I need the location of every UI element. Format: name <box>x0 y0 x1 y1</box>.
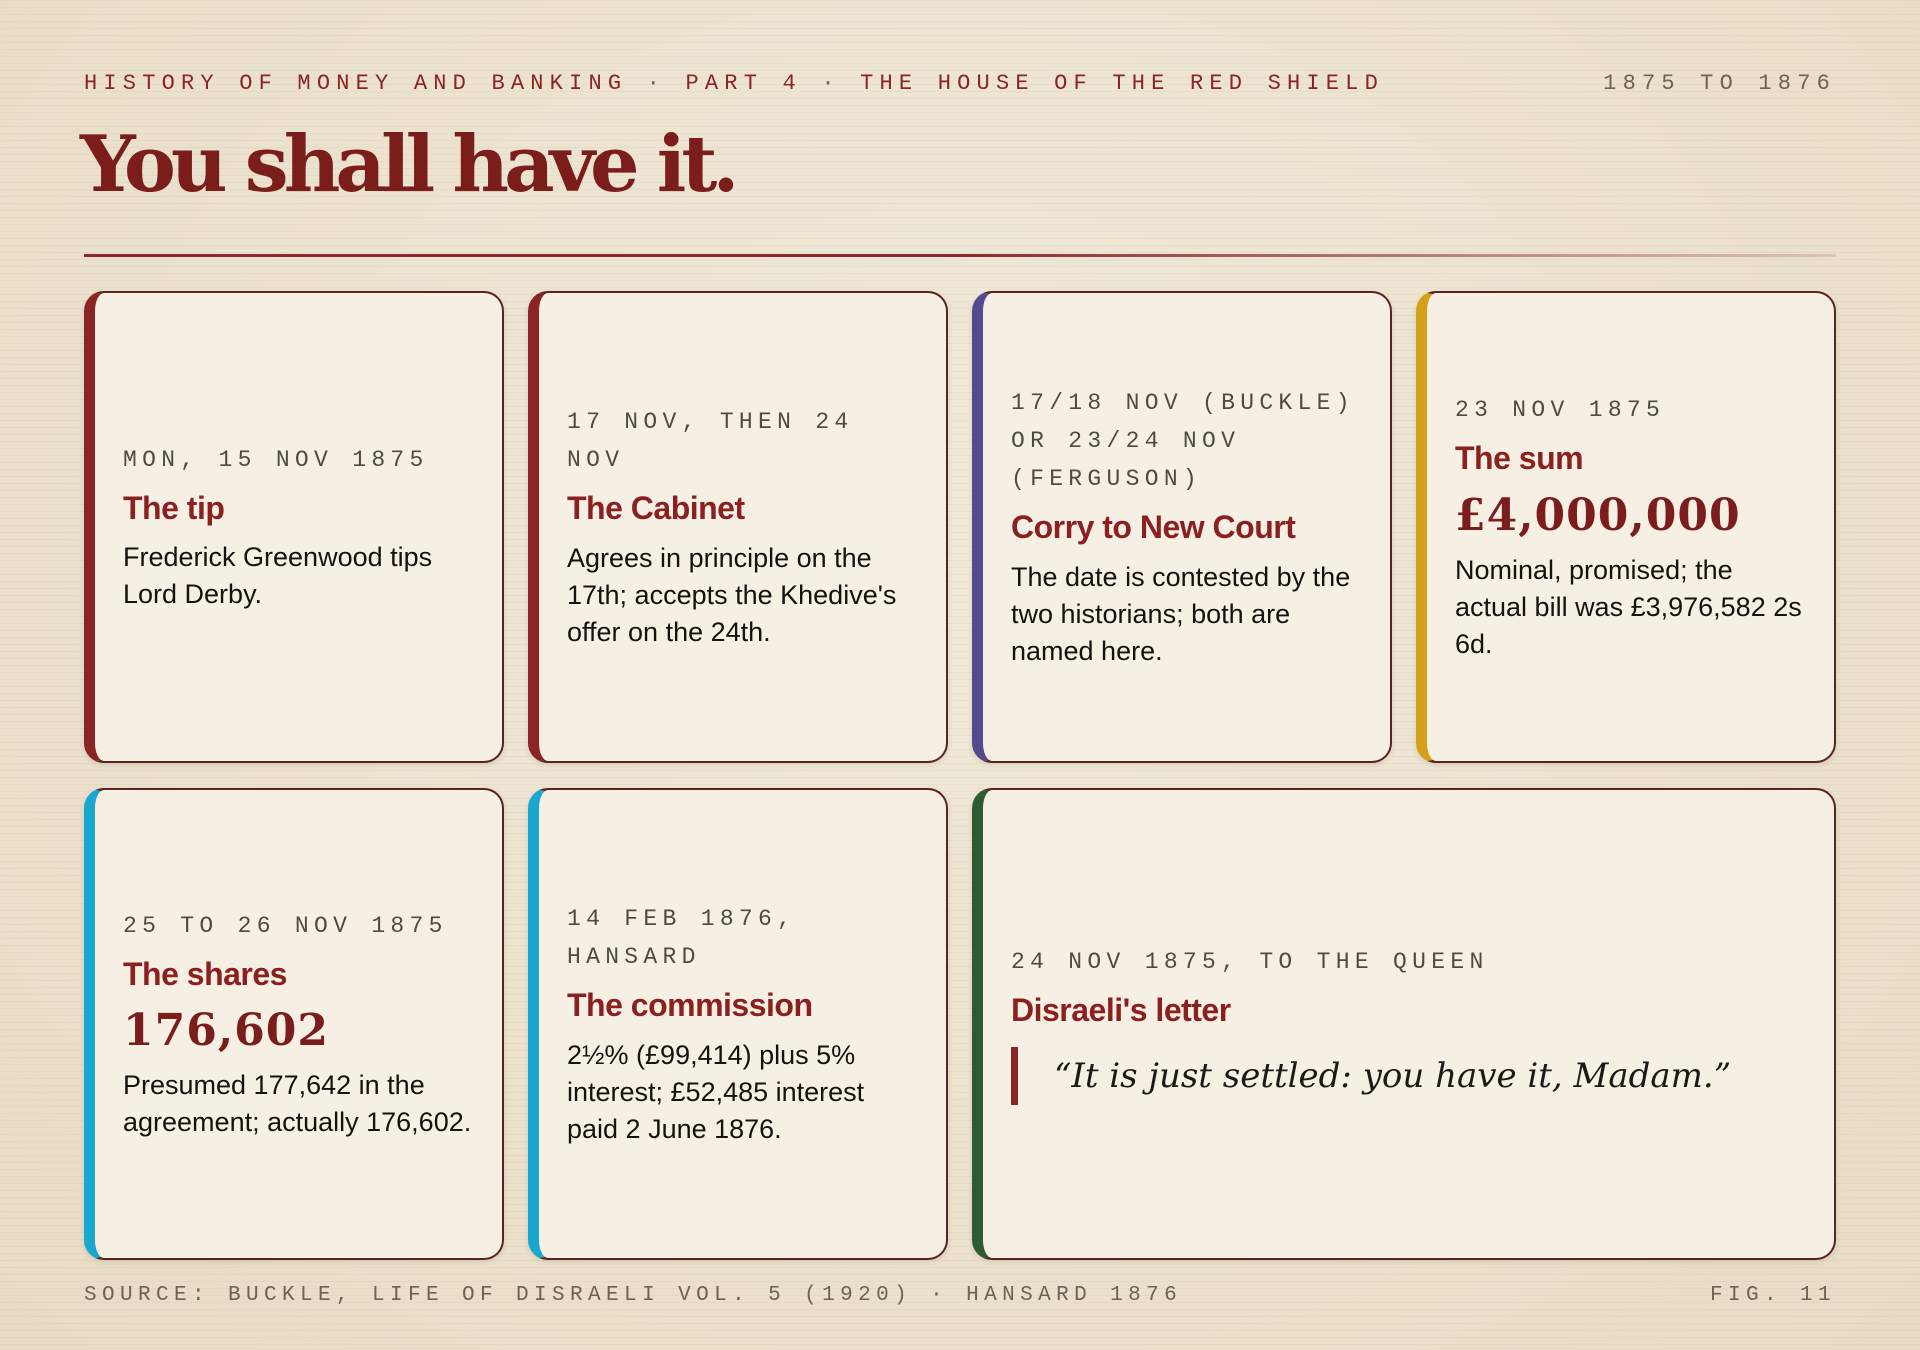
card-heading: The commission <box>567 987 813 1024</box>
page-title: You shall have it. <box>80 119 740 210</box>
card-date: 17/18 Nov (Buckle) or 23/24 Nov (Ferguso… <box>1011 390 1355 493</box>
source-text-secondary: Hansard 1876 <box>966 1283 1183 1307</box>
card-date: 14 Feb 1876, Hansard <box>567 906 797 971</box>
card-text: Frederick Greenwood tips Lord Derby. <box>123 542 433 610</box>
card-heading: Disraeli's letter <box>1011 991 1231 1028</box>
card-text: Nominal, promised; the actual bill was £… <box>1455 554 1802 659</box>
card-the-commission: 14 Feb 1876, Hansard The commission 2½% … <box>528 788 948 1260</box>
card-heading: The shares <box>123 955 287 992</box>
timeline-card-grid: Mon, 15 Nov 1875 The tip Frederick Green… <box>84 291 1836 1260</box>
card-text: Presumed 177,642 in the agreement; actua… <box>123 1070 472 1138</box>
card-date: 23 Nov 1875 <box>1455 397 1666 424</box>
card-heading: The tip <box>123 489 225 526</box>
date-range: 1875 to 1876 <box>1603 70 1836 96</box>
card-the-shares: 25 to 26 Nov 1875 The shares 176,602 Pre… <box>84 788 504 1260</box>
card-corry-to-new-court: 17/18 Nov (Buckle) or 23/24 Nov (Ferguso… <box>972 291 1392 763</box>
source-separator: · <box>930 1283 949 1307</box>
card-text: 2½% (£99,414) plus 5% interest; £52,485 … <box>567 1039 865 1144</box>
card-date: Mon, 15 Nov 1875 <box>123 446 429 473</box>
card-date: 25 to 26 Nov 1875 <box>123 912 448 939</box>
card-date: 24 Nov 1875, to the Queen <box>1011 948 1489 975</box>
source-citation: Source: Buckle, Life of Disraeli Vol. 5 … <box>84 1284 1182 1307</box>
footer-bar: Source: Buckle, Life of Disraeli Vol. 5 … <box>84 1280 1836 1310</box>
card-the-cabinet: 17 Nov, then 24 Nov The Cabinet Agrees i… <box>528 291 948 763</box>
figure-label: Fig. 11 <box>1709 1283 1836 1307</box>
chapter-title: The House of the Red Shield <box>860 70 1384 96</box>
card-heading: The sum <box>1455 440 1584 477</box>
series-title: History of Money and Banking <box>84 70 628 96</box>
header-bar: History of Money and Banking · Part 4 · … <box>84 68 1836 98</box>
source-text: Source: Buckle, Life of Disraeli Vol. 5 … <box>84 1283 913 1307</box>
title-divider <box>84 254 1836 257</box>
card-figure-amount: £4,000,000 <box>1455 489 1741 541</box>
card-date: 17 Nov, then 24 Nov <box>567 409 854 474</box>
breadcrumb-separator: · <box>646 70 667 96</box>
card-the-sum: 23 Nov 1875 The sum £4,000,000 Nominal, … <box>1416 291 1836 763</box>
card-text: Agrees in principle on the 17th; accepts… <box>567 542 897 647</box>
card-figure-shares: 176,602 <box>123 1005 330 1056</box>
card-heading: Corry to New Court <box>1011 509 1296 546</box>
card-the-tip: Mon, 15 Nov 1875 The tip Frederick Green… <box>84 291 504 763</box>
part-label: Part 4 <box>685 70 802 96</box>
letter-quote: “It is just settled: you have it, Madam.… <box>1011 1047 1810 1106</box>
card-text: The date is contested by the two histori… <box>1011 561 1351 666</box>
breadcrumb: History of Money and Banking · Part 4 · … <box>84 71 1384 96</box>
card-disraelis-letter: 24 Nov 1875, to the Queen Disraeli's let… <box>972 788 1836 1260</box>
card-heading: The Cabinet <box>567 490 745 527</box>
breadcrumb-separator: · <box>821 70 841 96</box>
